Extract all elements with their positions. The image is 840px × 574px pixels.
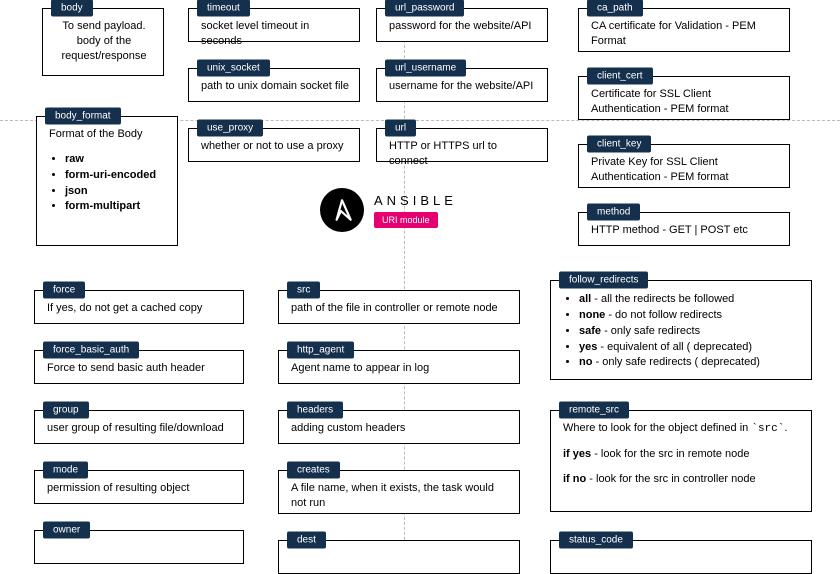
para: if no - look for the src in controller n… (563, 472, 801, 487)
card-client-cert: client_cert Certificate for SSL Client A… (578, 76, 790, 120)
tag-unix-socket: unix_socket (197, 60, 270, 77)
card-mode: mode permission of resulting object (34, 470, 244, 504)
li: none - do not follow redirects (579, 308, 801, 323)
card-timeout: timeout socket level timeout in seconds (188, 8, 360, 42)
tag-owner: owner (43, 522, 90, 539)
card-method: method HTTP method - GET | POST etc (578, 212, 790, 246)
card-force: force If yes, do not get a cached copy (34, 290, 244, 324)
tag-use-proxy: use_proxy (197, 120, 263, 137)
li: form-uri-encoded (65, 168, 167, 183)
li: yes - equivalent of all ( deprecated) (579, 340, 801, 355)
ansible-logo: ANSIBLE URI module (320, 188, 457, 232)
li: no - only safe redirects ( deprecated) (579, 355, 801, 370)
card-follow-redirects: follow_redirects all - all the redirects… (550, 280, 812, 380)
tag-status-code: status_code (559, 532, 633, 549)
card-force-basic-auth: force_basic_auth Force to send basic aut… (34, 350, 244, 384)
ansible-icon (320, 188, 364, 232)
tag-creates: creates (287, 462, 340, 479)
text-body-format: Format of the Body (49, 127, 167, 142)
tag-client-cert: client_cert (587, 68, 653, 85)
tag-follow-redirects: follow_redirects (559, 272, 648, 289)
text-body: To send payload. body of the request/res… (43, 9, 163, 72)
tag-url-username: url_username (385, 60, 466, 77)
li: all - all the redirects be followed (579, 292, 801, 307)
card-http-agent: http_agent Agent name to appear in log (278, 350, 520, 384)
card-headers: headers adding custom headers (278, 410, 520, 444)
card-src: src path of the file in controller or re… (278, 290, 520, 324)
tag-ca-path: ca_path (587, 0, 643, 17)
tag-force: force (43, 282, 85, 299)
tag-timeout: timeout (197, 0, 250, 17)
li: form-multipart (65, 199, 167, 214)
para: if yes - look for the src in remote node (563, 447, 801, 462)
tag-client-key: client_key (587, 136, 651, 153)
tag-url-password: url_password (385, 0, 464, 17)
tag-dest: dest (287, 532, 326, 549)
logo-badge: URI module (374, 212, 438, 228)
card-url-username: url_username username for the website/AP… (376, 68, 548, 102)
card-remote-src: remote_src Where to look for the object … (550, 410, 812, 512)
card-group: group user group of resulting file/downl… (34, 410, 244, 444)
tag-http-agent: http_agent (287, 342, 354, 359)
tag-group: group (43, 402, 89, 419)
card-unix-socket: unix_socket path to unix domain socket f… (188, 68, 360, 102)
card-ca-path: ca_path CA certificate for Validation - … (578, 8, 790, 52)
tag-src: src (287, 282, 320, 299)
card-client-key: client_key Private Key for SSL Client Au… (578, 144, 790, 188)
text-remote-src: Where to look for the object defined in … (551, 411, 811, 505)
card-url-password: url_password password for the website/AP… (376, 8, 548, 42)
li: safe - only safe redirects (579, 324, 801, 339)
tag-headers: headers (287, 402, 343, 419)
card-body: body To send payload. body of the reques… (42, 8, 164, 76)
tag-method: method (587, 204, 640, 221)
card-url: url HTTP or HTTPS url to connect (376, 128, 548, 162)
card-body-format: body_format Format of the Body raw form-… (36, 116, 178, 246)
li: raw (65, 152, 167, 167)
tag-remote-src: remote_src (559, 402, 629, 419)
card-dest: dest (278, 540, 520, 574)
tag-mode: mode (43, 462, 88, 479)
card-creates: creates A file name, when it exists, the… (278, 470, 520, 514)
tag-body-format: body_format (45, 108, 121, 125)
list-follow-redirects: all - all the redirects be followednone … (563, 292, 801, 370)
logo-name: ANSIBLE (374, 193, 457, 208)
card-status-code: status_code (550, 540, 812, 574)
tag-url: url (385, 120, 416, 137)
tag-body: body (51, 0, 93, 17)
list-body-format: raw form-uri-encoded json form-multipart (49, 152, 167, 214)
para: Where to look for the object defined in … (563, 421, 801, 437)
li: json (65, 184, 167, 199)
card-owner: owner (34, 530, 244, 564)
card-use-proxy: use_proxy whether or not to use a proxy (188, 128, 360, 162)
tag-force-basic-auth: force_basic_auth (43, 342, 139, 359)
